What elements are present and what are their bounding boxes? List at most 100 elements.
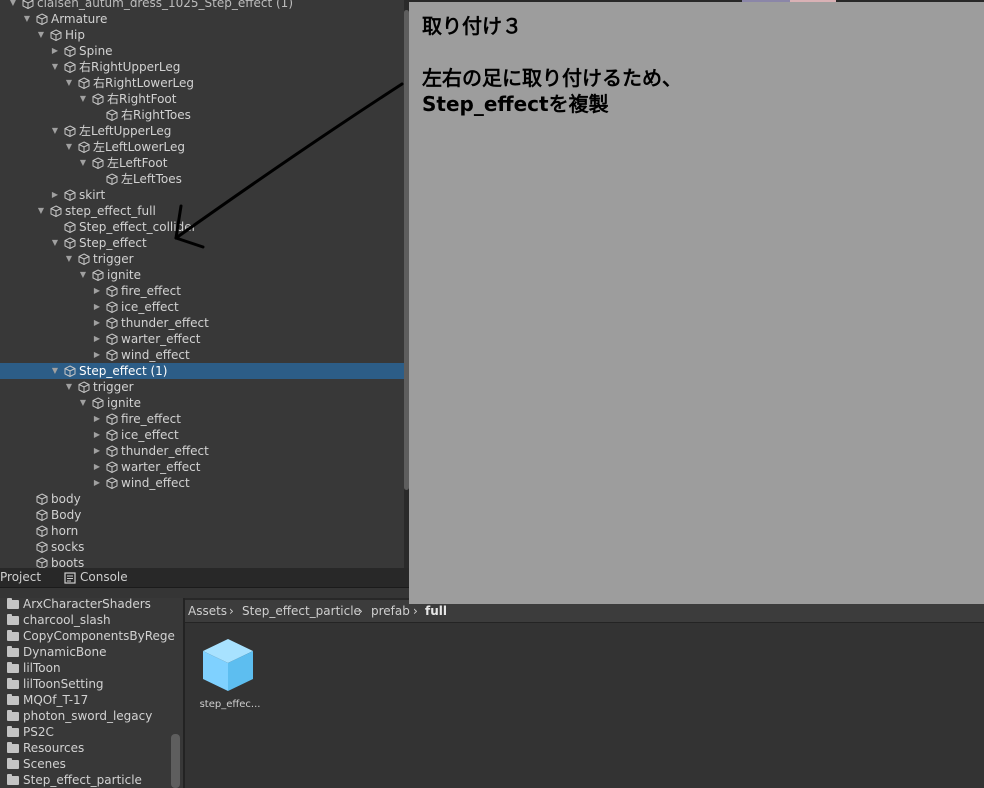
collapsed-arrow-icon[interactable]: ▶ [50,187,60,203]
expanded-arrow-icon[interactable]: ▼ [64,379,74,395]
folder-icon [7,726,19,737]
project-folder-item[interactable]: photon_sword_legacy [0,708,170,724]
prefab-icon[interactable] [201,637,255,693]
hierarchy-row[interactable]: ▶ Spine [0,43,404,59]
hierarchy-row[interactable]: ▼ step_effect_full [0,203,404,219]
project-folder-label: photon_sword_legacy [23,709,153,723]
hierarchy-row[interactable]: ▼ 右RightLowerLeg [0,75,404,91]
hierarchy-row[interactable]: ▼ Armature [0,11,404,27]
expanded-arrow-icon[interactable]: ▼ [78,395,88,411]
expanded-arrow-icon[interactable]: ▼ [36,203,46,219]
expanded-arrow-icon[interactable]: ▼ [64,251,74,267]
hierarchy-row[interactable]: ▼ 左LeftFoot [0,155,404,171]
gameobject-icon [36,493,48,506]
hierarchy-row[interactable]: ▼ 左LeftLowerLeg [0,139,404,155]
hierarchy-row[interactable]: ▼ Hip [0,27,404,43]
hierarchy-row[interactable]: ▶ thunder_effect [0,315,404,331]
collapsed-arrow-icon[interactable]: ▶ [92,331,102,347]
hierarchy-row[interactable]: ▼ trigger [0,379,404,395]
expanded-arrow-icon[interactable]: ▼ [50,59,60,75]
collapsed-arrow-icon[interactable]: ▶ [92,283,102,299]
project-folder-item[interactable]: Resources [0,740,170,756]
hierarchy-panel[interactable]: ▼ claisen_autum_dress_1025_Step_effect (1… [0,0,404,568]
hierarchy-row[interactable]: socks [0,539,404,555]
project-tree-scrollbar-thumb[interactable] [171,734,180,788]
hierarchy-row[interactable]: ▼ 右RightFoot [0,91,404,107]
hierarchy-row[interactable]: ▶ ice_effect [0,427,404,443]
project-folder-item[interactable]: DynamicBone [0,644,170,660]
collapsed-arrow-icon[interactable]: ▶ [92,475,102,491]
hierarchy-row[interactable]: Body [0,507,404,523]
expanded-arrow-icon[interactable]: ▼ [22,11,32,27]
collapsed-arrow-icon[interactable]: ▶ [92,347,102,363]
hierarchy-row[interactable]: 右RightToes [0,107,404,123]
collapsed-arrow-icon[interactable]: ▶ [92,299,102,315]
expanded-arrow-icon[interactable]: ▼ [78,267,88,283]
hierarchy-row[interactable]: ▶ warter_effect [0,331,404,347]
expanded-arrow-icon[interactable]: ▼ [64,139,74,155]
breadcrumb-separator-icon: › [358,604,363,618]
expanded-arrow-icon[interactable]: ▼ [50,123,60,139]
hierarchy-row[interactable]: ▶ ice_effect [0,299,404,315]
gameobject-icon [64,221,76,234]
note-text-line: 左右の足に取り付けるため、 [422,66,682,90]
project-folder-item[interactable]: Step_effect_particle [0,772,170,788]
project-folder-label: ArxCharacterShaders [23,598,151,611]
expanded-arrow-icon[interactable]: ▼ [64,75,74,91]
hierarchy-row[interactable]: body [0,491,404,507]
hierarchy-row[interactable]: ▶ wind_effect [0,475,404,491]
hierarchy-row[interactable]: boots [0,555,404,568]
project-asset-grid [185,623,984,788]
breadcrumb-assets[interactable]: Assets [188,600,227,622]
tab-project[interactable]: Project [0,568,41,587]
expanded-arrow-icon[interactable]: ▼ [78,91,88,107]
expanded-arrow-icon[interactable]: ▼ [36,27,46,43]
expanded-arrow-icon[interactable]: ▼ [8,0,18,11]
collapsed-arrow-icon[interactable]: ▶ [92,411,102,427]
collapsed-arrow-icon[interactable]: ▶ [92,315,102,331]
collapsed-arrow-icon[interactable]: ▶ [92,459,102,475]
gameobject-icon [36,509,48,522]
hierarchy-row-label: Step_effect (1) [79,364,168,378]
hierarchy-row[interactable]: 左LeftToes [0,171,404,187]
hierarchy-row[interactable]: ▼ 右RightUpperLeg [0,59,404,75]
hierarchy-row[interactable]: ▼ ignite [0,267,404,283]
hierarchy-row[interactable]: ▼ trigger [0,251,404,267]
hierarchy-row[interactable]: ▶ thunder_effect [0,443,404,459]
hierarchy-row[interactable]: ▶ fire_effect [0,411,404,427]
expanded-arrow-icon[interactable]: ▼ [78,155,88,171]
hierarchy-row[interactable]: ▶ wind_effect [0,347,404,363]
project-folder-item[interactable]: ArxCharacterShaders [0,598,170,612]
project-folder-tree[interactable]: ArxCharacterShaders charcool_slash CopyCom… [0,598,183,788]
hierarchy-row[interactable]: ▼ claisen_autum_dress_1025_Step_effect (1… [0,0,404,11]
hierarchy-row[interactable]: ▼ 左LeftUpperLeg [0,123,404,139]
hierarchy-row[interactable]: ▶ fire_effect [0,283,404,299]
tab-console[interactable]: Console [80,568,128,587]
project-folder-item[interactable]: lilToon [0,660,170,676]
hierarchy-row[interactable]: ▼ Step_effect (1) [0,363,404,379]
hierarchy-row[interactable]: ▶ skirt [0,187,404,203]
breadcrumb-prefab[interactable]: prefab [371,600,410,622]
hierarchy-row[interactable]: ▼ Step_effect [0,235,404,251]
collapsed-arrow-icon[interactable]: ▶ [92,427,102,443]
project-folder-item[interactable]: charcool_slash [0,612,170,628]
hierarchy-row-label: socks [51,540,85,554]
hierarchy-row-label: 左LeftFoot [107,156,168,170]
hierarchy-row[interactable]: horn [0,523,404,539]
project-folder-item[interactable]: Scenes [0,756,170,772]
project-folder-item[interactable]: CopyComponentsByRege [0,628,175,644]
hierarchy-row[interactable]: Step_effect_collider [0,219,404,235]
project-folder-item[interactable]: MQOf_T-17 [0,692,170,708]
hierarchy-row-label: ignite [107,268,141,282]
breadcrumb-step-effect-particle[interactable]: Step_effect_particle [242,600,361,622]
prefab-asset-label[interactable]: step_effec... [198,699,262,710]
hierarchy-row[interactable]: ▶ warter_effect [0,459,404,475]
expanded-arrow-icon[interactable]: ▼ [50,235,60,251]
hierarchy-row[interactable]: ▼ ignite [0,395,404,411]
expanded-arrow-icon[interactable]: ▼ [50,363,60,379]
project-folder-item[interactable]: PS2C [0,724,170,740]
project-folder-item[interactable]: lilToonSetting [0,676,170,692]
collapsed-arrow-icon[interactable]: ▶ [50,43,60,59]
collapsed-arrow-icon[interactable]: ▶ [92,443,102,459]
hierarchy-row-label: boots [51,556,85,568]
